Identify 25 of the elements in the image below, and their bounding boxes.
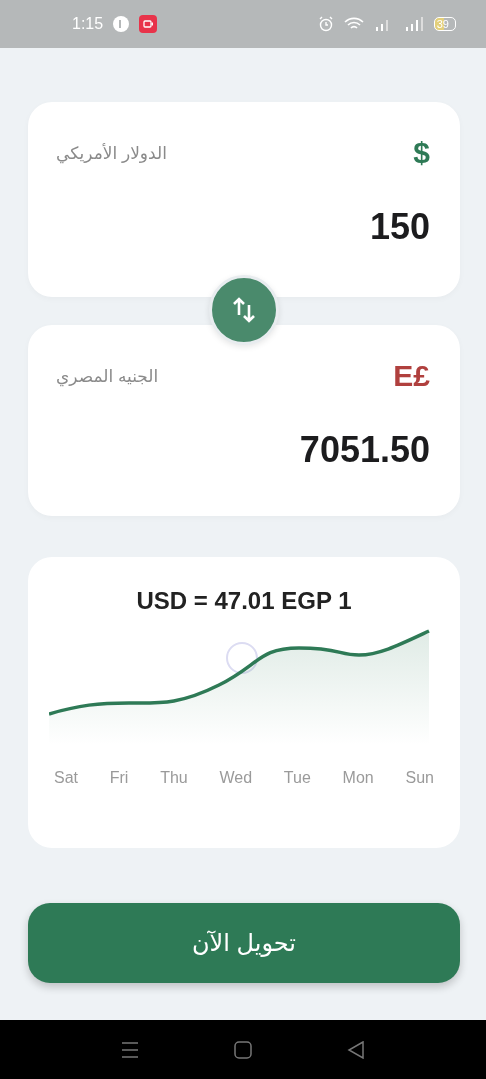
app-icon	[113, 16, 130, 32]
amount-value[interactable]: 150	[369, 206, 430, 248]
day-label: Fri	[109, 769, 129, 787]
day-label: Sat	[54, 769, 78, 787]
alarm-icon	[317, 16, 334, 32]
home-icon[interactable]	[234, 1040, 252, 1059]
rate-title: USD = 47.01 EGP 1	[136, 587, 352, 615]
signal-icon	[403, 17, 424, 31]
back-icon[interactable]	[347, 1040, 365, 1059]
day-label: Thu	[160, 769, 188, 787]
status-time: 1:15	[72, 15, 104, 33]
video-icon	[139, 15, 158, 33]
currency-name: الجنيه المصري	[56, 365, 159, 387]
currency-symbol: E£	[393, 359, 430, 393]
day-label: Mon	[342, 769, 374, 787]
currency-symbol: $	[413, 136, 430, 170]
swap-icon	[232, 295, 256, 325]
day-label: Wed	[219, 769, 253, 787]
amount-value[interactable]: 7051.50	[299, 429, 430, 471]
day-label: Sun	[405, 769, 434, 787]
menu-icon[interactable]	[121, 1040, 139, 1059]
currency-name: الدولار الأمريكي	[56, 142, 167, 164]
convert-button[interactable]: تحويل الآن	[28, 903, 460, 983]
battery-icon: 39	[433, 17, 456, 31]
day-label: Tue	[283, 769, 311, 787]
